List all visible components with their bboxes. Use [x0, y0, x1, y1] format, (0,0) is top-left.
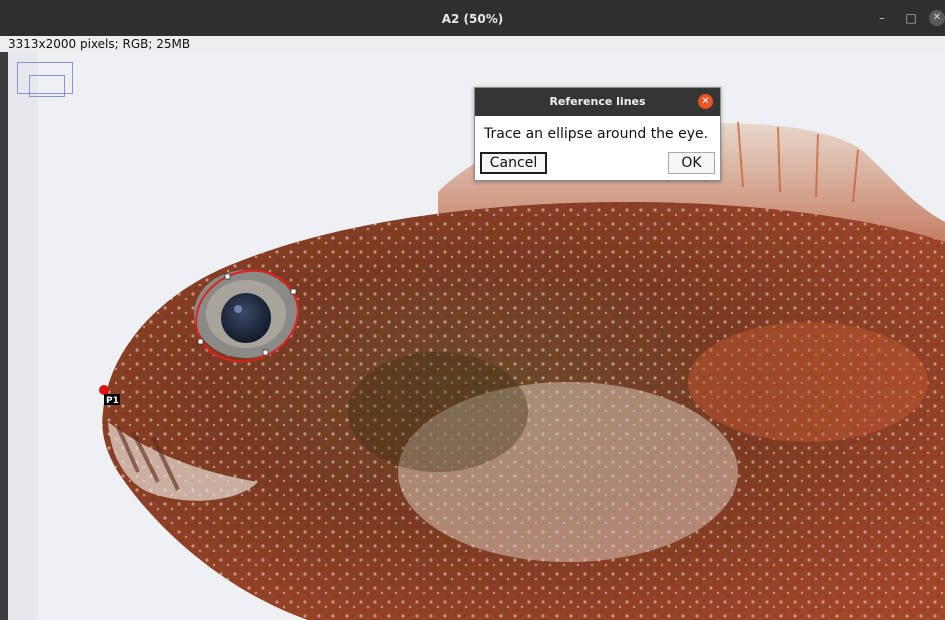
- ok-button[interactable]: OK: [668, 152, 715, 174]
- cancel-button[interactable]: Cancel: [480, 152, 547, 174]
- maximize-icon[interactable]: □: [903, 10, 919, 26]
- dialog-title: Reference lines: [549, 95, 646, 108]
- close-window-icon[interactable]: ✕: [929, 10, 945, 26]
- image-info-bar: 3313x2000 pixels; RGB; 25MB: [0, 36, 945, 52]
- minimize-icon[interactable]: –: [874, 10, 890, 26]
- window-titlebar[interactable]: A2 (50%) – □ ✕: [0, 0, 945, 36]
- point-marker-p1[interactable]: [99, 385, 109, 395]
- navigator-box[interactable]: [17, 62, 73, 97]
- dialog-header[interactable]: Reference lines ✕: [475, 88, 720, 116]
- dialog-close-icon[interactable]: ✕: [698, 94, 713, 109]
- image-info-text: 3313x2000 pixels; RGB; 25MB: [8, 37, 191, 51]
- reference-lines-dialog[interactable]: Reference lines ✕ Trace an ellipse aroun…: [474, 87, 721, 181]
- point-label: P1: [106, 396, 119, 406]
- dialog-message: Trace an ellipse around the eye.: [484, 126, 709, 142]
- navigator-viewport[interactable]: [29, 75, 65, 97]
- window-title: A2 (50%): [441, 12, 504, 26]
